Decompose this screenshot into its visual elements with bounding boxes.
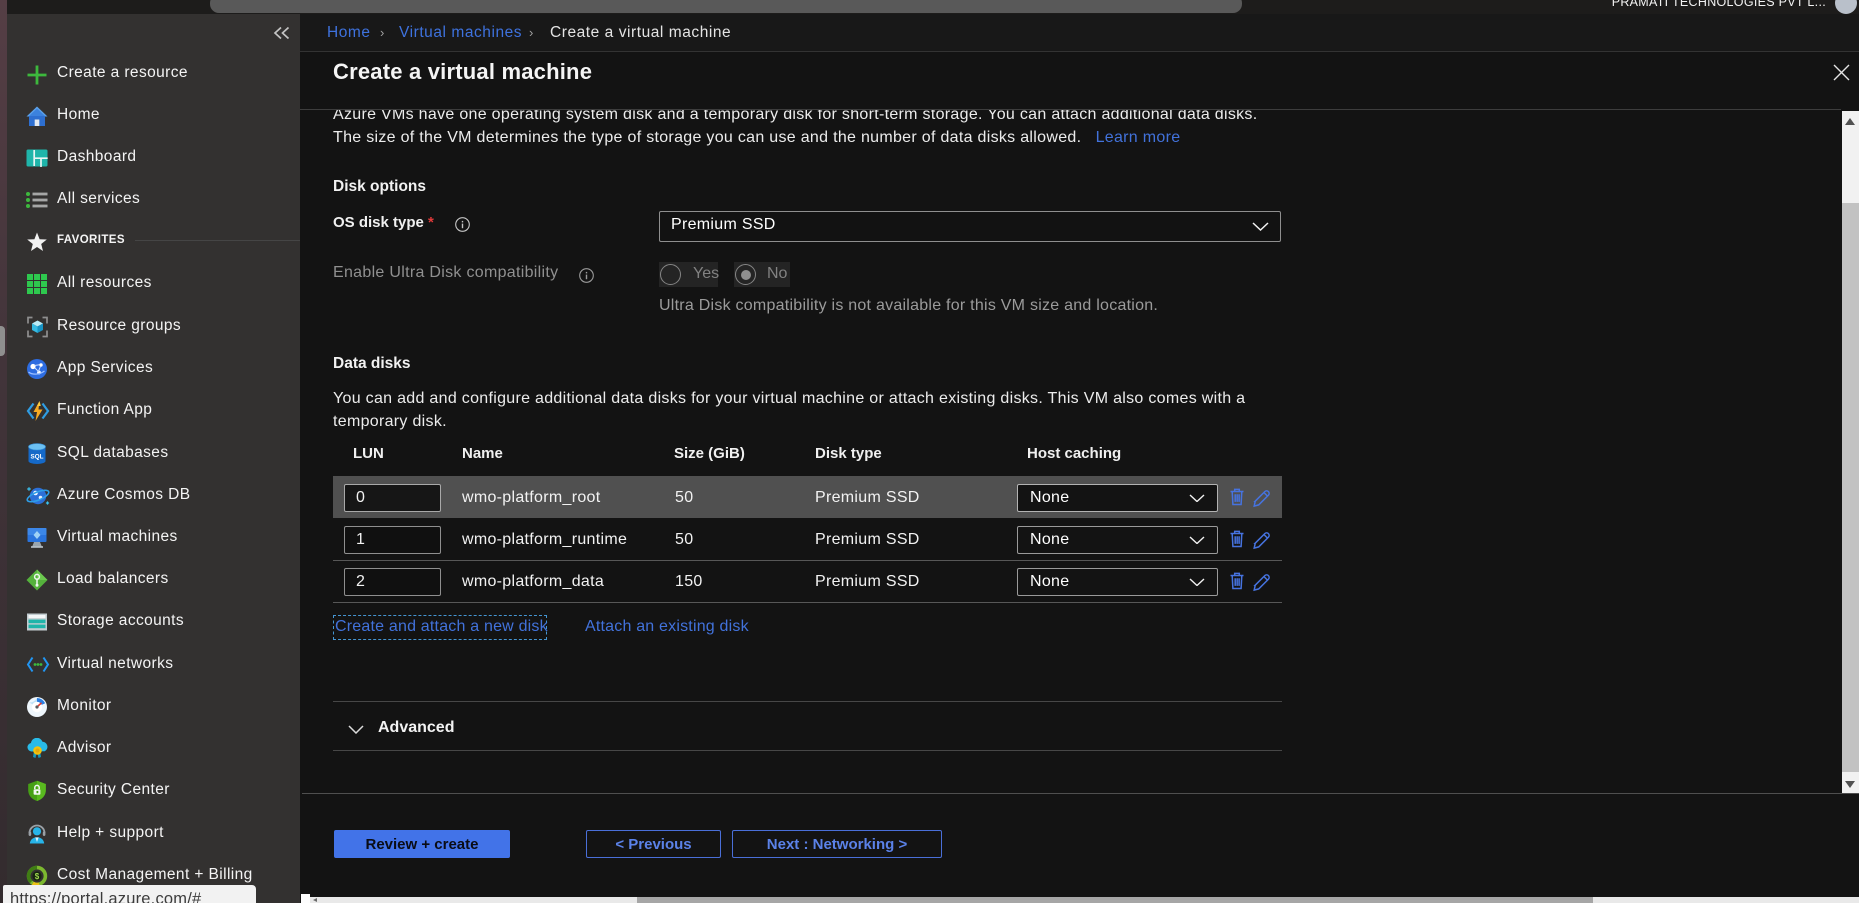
svg-text:$: $ bbox=[35, 872, 40, 881]
svg-text:SQL: SQL bbox=[31, 454, 44, 461]
